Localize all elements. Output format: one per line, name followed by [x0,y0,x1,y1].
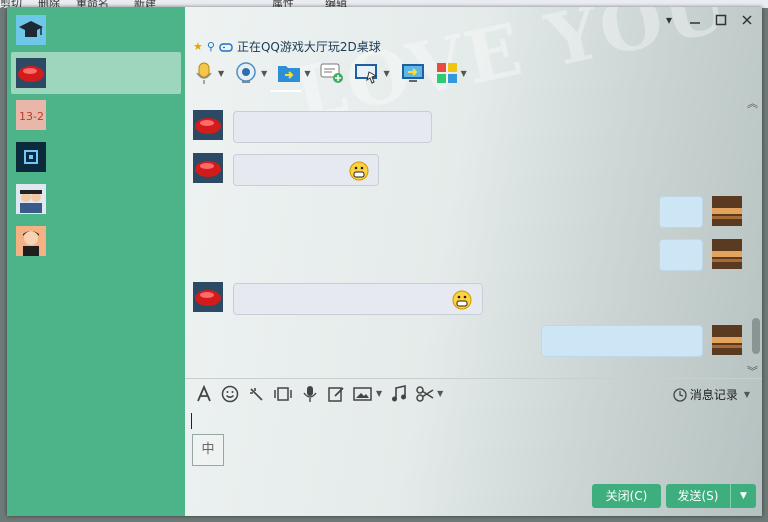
emoji-button[interactable] [221,385,239,403]
sidebar-item-handwritten[interactable]: 13-2 [11,94,181,136]
circuit-avatar [16,142,46,172]
qq-chat-window: 13-2 LOVE YOU ▾ ★ ⚲ 正在QQ游戏大厅玩2D桌球 ▼ ▼ ▼ … [7,7,762,516]
chevron-down-icon[interactable]: ▾ [662,13,676,27]
search-icon[interactable]: ⚲ [207,40,215,53]
send-file-button[interactable]: ▼ [277,62,310,84]
shake-button[interactable] [247,385,265,403]
scrollbar-thumb[interactable] [752,318,760,354]
music-icon [392,384,407,401]
apps-button[interactable]: ▼ [436,62,467,84]
remote-assist-button[interactable]: ▼ [354,62,390,84]
chat-panel: LOVE YOU ▾ ★ ⚲ 正在QQ游戏大厅玩2D桌球 ▼ ▼ ▼ ▼ ▼ ︽… [185,7,762,516]
message-bubble-incoming [233,154,379,186]
sidebar-item-group[interactable] [11,178,181,220]
new-chat-icon [320,63,344,83]
scissors-icon [416,385,434,402]
share-screen-button[interactable] [400,62,426,84]
send-options-chevron-icon[interactable]: ▼ [730,484,756,508]
shake-icon [250,387,263,401]
chevron-down-icon[interactable]: ▼ [218,69,224,78]
chevron-down-icon[interactable]: ▼ [383,69,389,78]
edit-icon [328,386,344,402]
message-bubble-outgoing [541,325,703,357]
sidebar-item-graduate[interactable] [11,9,181,51]
grin-emoji-icon [349,161,369,181]
scroll-down-icon[interactable]: ︾ [747,363,758,379]
chat-toolbar: ▼ ▼ ▼ ▼ ▼ [193,59,477,87]
apps-icon [436,63,457,83]
font-button[interactable] [195,384,213,403]
send-button[interactable]: 发送(S) [666,484,730,508]
image-button[interactable]: ▼ [353,385,382,403]
gamepad-icon [219,42,233,52]
message-list: ︽ ︾ [185,93,762,378]
contact-avatar [193,110,223,140]
contact-avatar [193,282,223,312]
history-label: 消息记录 [689,388,738,402]
scroll-up-icon[interactable]: ︽ [747,95,758,111]
video-call-button[interactable]: ▼ [234,61,267,85]
maximize-icon[interactable] [714,13,728,27]
status-text: 正在QQ游戏大厅玩2D桌球 [236,40,381,54]
red-car-avatar [16,58,46,88]
person-avatar [16,226,46,256]
sidebar-item-red-car[interactable] [11,52,181,94]
input-toolbar: ▼ ▼ 消息记录 ▼ [185,378,762,408]
star-icon: ★ [193,40,203,53]
chevron-down-icon[interactable]: ▼ [304,69,310,78]
image-icon [353,386,372,401]
message-history-button[interactable]: 消息记录 ▼ [673,386,750,403]
font-icon [197,384,211,401]
close-button[interactable]: 关闭(C) [592,484,661,508]
capture-button[interactable]: ▼ [416,385,443,403]
contact-avatar [193,153,223,183]
my-avatar [712,196,742,226]
active-tab-indicator [271,90,301,92]
webcam-icon [236,62,256,83]
new-discussion-button[interactable] [320,62,344,84]
svg-text:13-2: 13-2 [19,110,44,123]
my-avatar [712,239,742,269]
voice-icon [303,385,317,402]
ime-indicator[interactable]: 中 [192,434,224,466]
chevron-down-icon[interactable]: ▼ [437,389,443,398]
chevron-down-icon[interactable]: ▼ [261,69,267,78]
emoji-icon [221,385,239,402]
screenshot-icon [274,386,292,401]
grin-emoji-icon [452,290,472,310]
microphone-icon [196,62,212,84]
send-file-icon [278,66,301,82]
remote-desktop-icon [355,64,378,84]
group-avatar [16,184,46,214]
chevron-down-icon[interactable]: ▼ [376,389,382,398]
minimize-icon[interactable] [688,13,702,27]
graduation-cap-avatar [16,15,46,45]
sidebar-item-circuit[interactable] [11,136,181,178]
music-button[interactable] [390,384,408,403]
message-bubble-outgoing [659,196,703,228]
text-cursor [191,413,192,429]
message-bubble-outgoing [659,239,703,271]
screenshot-button[interactable] [273,385,293,403]
conversation-sidebar: 13-2 [7,7,185,516]
share-screen-icon [401,64,424,82]
message-bubble-incoming [233,111,432,143]
sidebar-item-person[interactable] [11,220,181,262]
chevron-down-icon[interactable]: ▼ [461,69,467,78]
clock-icon [673,387,687,402]
close-icon[interactable] [740,13,754,27]
handwritten-avatar: 13-2 [16,100,46,130]
edit-button[interactable] [327,385,345,403]
voice-message-button[interactable] [301,385,319,403]
message-bubble-incoming [233,283,483,315]
window-controls: ▾ [662,13,754,27]
chevron-down-icon[interactable]: ▼ [744,390,750,399]
contact-status-line: ★ ⚲ 正在QQ游戏大厅玩2D桌球 [193,38,381,55]
my-avatar [712,325,742,355]
voice-call-button[interactable]: ▼ [193,61,224,85]
